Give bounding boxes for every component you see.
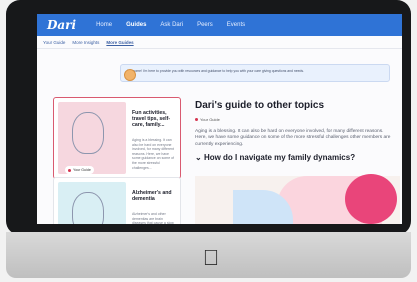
monitor-frame: Dari Home Guides Ask Dari Peers Events Y…: [6, 0, 411, 235]
your-guide-badge: Your Guide: [65, 166, 94, 174]
badge-label: Your Guide: [73, 168, 91, 172]
card-text: Alzheimer's and other dementias are brai…: [132, 212, 174, 224]
card-thumbnail: [58, 182, 126, 224]
guide-card[interactable]: Your Guide Fun activities, travel tips, …: [53, 97, 181, 179]
subnav-your-guide[interactable]: Your Guide: [43, 40, 65, 45]
banner-text: Welcome! I'm here to provide you with re…: [127, 69, 304, 73]
nav-guides[interactable]: Guides: [126, 22, 146, 28]
nav-events[interactable]: Events: [227, 22, 245, 28]
card-text: Aging is a blessing. It can also be hard…: [132, 138, 175, 170]
section-illustration: [195, 174, 400, 224]
nav-peers[interactable]: Peers: [197, 22, 213, 28]
subnav-more-guides[interactable]: More Guides: [106, 40, 133, 45]
page-body: Aging is a blessing. It can also be hard…: [195, 129, 391, 147]
screen: Dari Home Guides Ask Dari Peers Events Y…: [37, 14, 402, 224]
top-nav: Dari Home Guides Ask Dari Peers Events: [37, 14, 402, 36]
avatar: [124, 69, 136, 81]
welcome-banner: Welcome! I'm here to provide you with re…: [120, 64, 390, 82]
chevron-down-icon: ⌄: [195, 153, 202, 162]
illustration-face: [72, 112, 104, 154]
guide-tag: Your Guide: [195, 117, 220, 122]
nav-ask-dari[interactable]: Ask Dari: [160, 22, 183, 28]
guide-tag-icon: [195, 118, 198, 121]
section-title-text: How do I navigate my family dynamics?: [203, 153, 356, 162]
guide-tag-label: Your Guide: [200, 117, 220, 122]
illustration-face: [72, 192, 104, 224]
card-title: Fun activities, travel tips, self-care, …: [132, 110, 171, 128]
badge-icon: [68, 168, 71, 172]
section-heading[interactable]: ⌄ How do I navigate my family dynamics?: [195, 153, 391, 163]
illustration-shape: [345, 174, 397, 224]
card-title: Alzheimer's and dementia: [132, 190, 172, 202]
page-title: Dari's guide to other topics: [195, 100, 325, 111]
guide-card[interactable]: Alzheimer's and dementia Alzheimer's and…: [53, 177, 181, 224]
nav-home[interactable]: Home: [96, 22, 112, 28]
brand-logo[interactable]: Dari: [47, 18, 76, 32]
sub-nav: Your Guide More Insights More Guides: [37, 36, 402, 49]
apple-logo-icon: : [200, 246, 222, 270]
card-thumbnail: Your Guide: [58, 102, 126, 174]
subnav-more-insights[interactable]: More Insights: [72, 40, 99, 45]
